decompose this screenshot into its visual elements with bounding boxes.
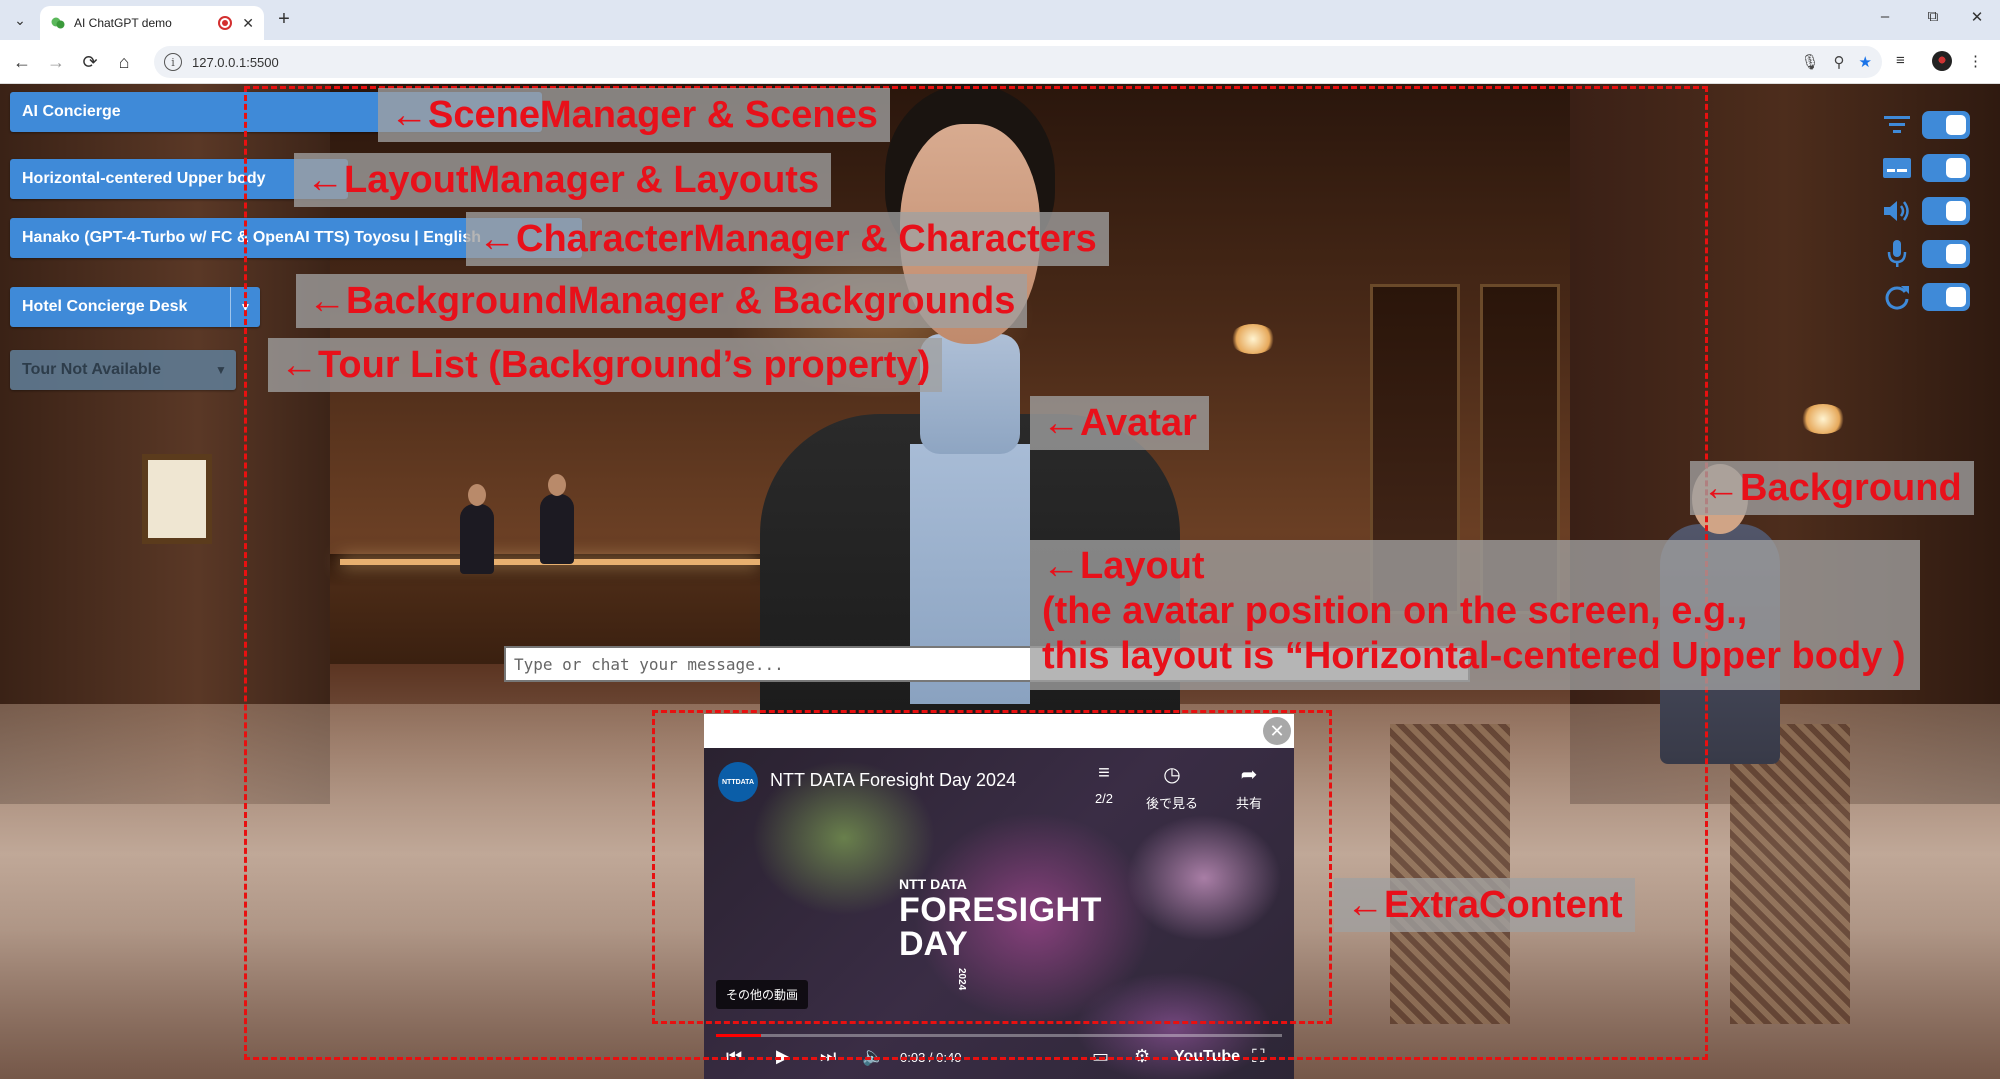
tour-select[interactable]: Tour Not Available ▼ bbox=[10, 350, 236, 390]
tab-close-icon[interactable]: ✕ bbox=[242, 15, 254, 32]
tab-title: AI ChatGPT demo bbox=[74, 16, 172, 30]
reload-button[interactable]: ⟳ bbox=[78, 50, 102, 74]
restore-button[interactable]: ⧉ bbox=[1918, 8, 1948, 25]
annotation-layout-manager: ←LayoutManager & Layouts bbox=[294, 153, 832, 207]
tab-search-icon[interactable]: ⌄ bbox=[8, 8, 32, 32]
url-text[interactable]: 127.0.0.1:5500 bbox=[192, 55, 1787, 70]
annotation-scene: ←SceneManager & Scenes bbox=[378, 88, 890, 142]
background-select-label: Hotel Concierge Desk bbox=[22, 298, 188, 315]
annotation-background-manager: ←BackgroundManager & Backgrounds bbox=[296, 274, 1028, 328]
background-select[interactable]: Hotel Concierge Desk ▼ bbox=[10, 287, 260, 327]
home-button[interactable]: ⌂ bbox=[112, 50, 136, 74]
refresh-toggle-row[interactable] bbox=[1880, 280, 1980, 314]
microphone-icon bbox=[1880, 239, 1914, 269]
browser-toolbar: ← → ⟳ ⌂ i 127.0.0.1:5500 🎙 ⚲ ★ ≡ ⋮ bbox=[0, 40, 2000, 84]
annotation-extra-content: ←ExtraContent bbox=[1334, 878, 1635, 932]
chevron-down-icon: ▼ bbox=[215, 363, 227, 377]
annotation-background: ←Background bbox=[1690, 461, 1974, 515]
site-info-icon[interactable]: i bbox=[164, 53, 182, 71]
wall-frame bbox=[142, 454, 212, 544]
browser-tabstrip: ⌄ AI ChatGPT demo ✕ + – ⧉ ✕ bbox=[0, 0, 2000, 40]
back-button[interactable]: ← bbox=[10, 50, 34, 74]
media-controls-icon[interactable]: ≡ bbox=[1896, 52, 1905, 69]
bookmark-star-icon[interactable]: ★ bbox=[1859, 53, 1872, 71]
profile-avatar[interactable] bbox=[1932, 51, 1952, 71]
annotation-avatar: ←Avatar bbox=[1030, 396, 1209, 450]
microphone-toggle-row[interactable] bbox=[1880, 237, 1980, 271]
recording-icon bbox=[218, 16, 233, 30]
subtitles-toggle[interactable] bbox=[1922, 154, 1970, 182]
wall-lamp bbox=[1800, 404, 1846, 434]
new-tab-button[interactable]: + bbox=[272, 8, 296, 31]
mosaic-panel bbox=[1730, 724, 1850, 1024]
zoom-icon[interactable]: ⚲ bbox=[1834, 53, 1845, 71]
address-bar[interactable]: i 127.0.0.1:5500 🎙 ⚲ ★ bbox=[154, 46, 1882, 78]
annotation-tour-list: ←Tour List (Background’s property) bbox=[268, 338, 943, 392]
subtitles-toggle-row[interactable] bbox=[1880, 151, 1980, 185]
menu-icon[interactable]: ⋮ bbox=[1968, 52, 1983, 70]
forward-button[interactable]: → bbox=[44, 50, 68, 74]
microphone-toggle[interactable] bbox=[1922, 240, 1970, 268]
tour-select-label: Tour Not Available bbox=[22, 361, 161, 378]
speaker-toggle[interactable] bbox=[1922, 197, 1970, 225]
refresh-icon bbox=[1880, 282, 1914, 312]
annotation-layout-description: ←Layout (the avatar position on the scre… bbox=[1030, 540, 1920, 690]
browser-tab[interactable]: AI ChatGPT demo ✕ bbox=[40, 6, 264, 40]
refresh-toggle[interactable] bbox=[1922, 283, 1970, 311]
window-close-button[interactable]: ✕ bbox=[1962, 8, 1992, 26]
subtitles-icon bbox=[1880, 153, 1914, 183]
tab-favicon-icon bbox=[51, 17, 65, 29]
filter-toggle[interactable] bbox=[1922, 111, 1970, 139]
layout-select-label: Horizontal-centered Upper body bbox=[22, 170, 266, 187]
speaker-toggle-row[interactable] bbox=[1880, 194, 1980, 228]
filter-icon bbox=[1880, 110, 1914, 140]
annotation-character: ←CharacterManager & Characters bbox=[466, 212, 1109, 266]
extra-content-dashed-box bbox=[652, 710, 1332, 1024]
speaker-icon bbox=[1880, 196, 1914, 226]
filter-toggle-row[interactable] bbox=[1880, 108, 1980, 142]
microphone-icon[interactable]: 🎙 bbox=[1801, 53, 1820, 71]
minimize-button[interactable]: – bbox=[1870, 8, 1900, 25]
